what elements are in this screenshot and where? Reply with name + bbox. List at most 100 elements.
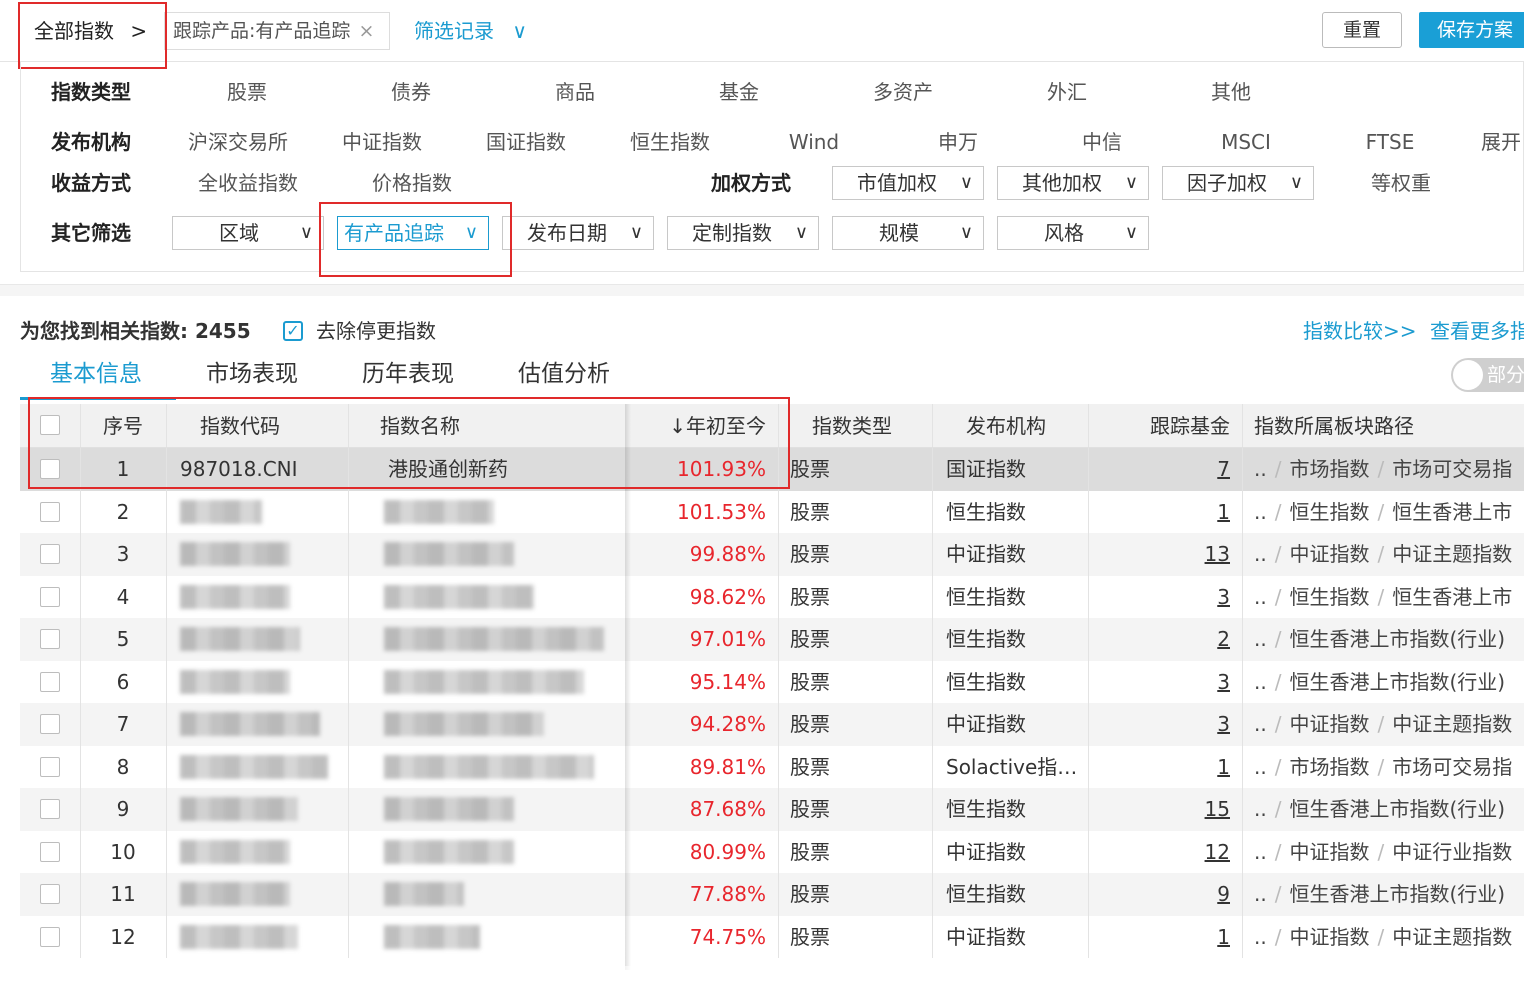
row-funds-link[interactable]: 3	[1217, 670, 1230, 694]
filter-option-type[interactable]: 外汇	[1027, 72, 1107, 112]
path-level-1[interactable]: 中证指数	[1289, 840, 1369, 864]
row-checkbox[interactable]	[40, 459, 60, 479]
filter-option-publisher[interactable]: 申万	[901, 122, 1015, 162]
table-row[interactable]: 5 97.01% 股票 恒生指数 2.. / 恒生香港上市指数(行业)	[20, 618, 1524, 661]
filter-option-publisher[interactable]: 国证指数	[469, 122, 583, 162]
tab-annual-performance[interactable]: 历年表现	[362, 352, 454, 396]
row-funds-link[interactable]: 2	[1217, 627, 1230, 651]
weight-dropdown-factor[interactable]: 因子加权 ∨	[1162, 166, 1314, 200]
filter-record-dropdown[interactable]: 筛选记录 ∨	[414, 12, 527, 50]
filter-option-type[interactable]: 其他	[1191, 72, 1271, 112]
table-row[interactable]: 11 77.88% 股票 恒生指数 9.. / 恒生香港上市指数(行业)	[20, 873, 1524, 916]
table-row[interactable]: 3 99.88% 股票 中证指数 13.. / 中证指数 / 中证主题指数	[20, 533, 1524, 576]
table-row[interactable]: 9 87.68% 股票 恒生指数 15.. / 恒生香港上市指数(行业)	[20, 788, 1524, 831]
path-level-1[interactable]: 恒生指数	[1289, 585, 1369, 609]
table-row[interactable]: 8 89.81% 股票 Solactive指… 1.. / 市场指数 / 市场可交易指	[20, 745, 1524, 788]
row-checkbox[interactable]	[40, 756, 60, 777]
row-checkbox[interactable]	[40, 586, 60, 607]
table-row[interactable]: 10 80.99% 股票 中证指数 12.. / 中证指数 / 中证行业指数	[20, 830, 1524, 873]
header-ytd-sort[interactable]: ↓年初至今	[626, 404, 766, 447]
filter-option-publisher[interactable]: MSCI	[1189, 122, 1303, 162]
select-all-checkbox[interactable]	[40, 415, 60, 435]
path-level-2[interactable]: 市场可交易指	[1392, 755, 1512, 779]
row-checkbox[interactable]	[40, 544, 60, 564]
row-funds-link[interactable]: 1	[1217, 755, 1230, 779]
expand-link[interactable]: 展开	[1471, 122, 1524, 162]
path-level-1[interactable]: 恒生香港上市指数(行业)	[1289, 627, 1505, 651]
style-dropdown[interactable]: 风格 ∨	[997, 216, 1149, 250]
row-funds-link[interactable]: 3	[1217, 585, 1230, 609]
filter-option-return[interactable]: 价格指数	[355, 163, 469, 203]
filter-option-type[interactable]: 股票	[207, 72, 287, 112]
path-level-1[interactable]: 中证指数	[1289, 542, 1369, 566]
filter-option-return[interactable]: 全收益指数	[191, 163, 305, 203]
save-plan-button[interactable]: 保存方案	[1419, 12, 1524, 48]
close-icon[interactable]: ×	[358, 20, 374, 42]
header-type[interactable]: 指数类型	[812, 404, 942, 447]
view-more-link[interactable]: 查看更多指	[1430, 316, 1524, 346]
row-funds-link[interactable]: 1	[1217, 925, 1230, 949]
publish-date-dropdown[interactable]: 发布日期 ∨	[502, 216, 654, 250]
index-compare-link[interactable]: 指数比较>>	[1303, 316, 1417, 346]
row-funds-link[interactable]: 12	[1205, 840, 1230, 864]
table-row[interactable]: 4 98.62% 股票 恒生指数 3.. / 恒生指数 / 恒生香港上市	[20, 575, 1524, 618]
table-row[interactable]: 7 94.28% 股票 中证指数 3.. / 中证指数 / 中证主题指数	[20, 703, 1524, 746]
header-name[interactable]: 指数名称	[380, 404, 620, 447]
path-level-1[interactable]: 恒生香港上市指数(行业)	[1289, 882, 1505, 906]
tab-valuation[interactable]: 估值分析	[518, 352, 610, 396]
filter-option-type[interactable]: 商品	[535, 72, 615, 112]
filter-option-publisher[interactable]: 恒生指数	[613, 122, 727, 162]
filter-option-publisher[interactable]: FTSE	[1333, 122, 1447, 162]
weight-dropdown-other[interactable]: 其他加权 ∨	[997, 166, 1149, 200]
row-checkbox[interactable]	[40, 799, 60, 819]
row-funds-link[interactable]: 7	[1217, 457, 1230, 481]
row-funds-link[interactable]: 3	[1217, 712, 1230, 736]
row-funds-link[interactable]: 1	[1217, 500, 1230, 524]
path-level-1[interactable]: 市场指数	[1289, 457, 1369, 481]
path-level-1[interactable]: 恒生香港上市指数(行业)	[1289, 797, 1505, 821]
region-dropdown[interactable]: 区域 ∨	[172, 216, 324, 250]
filter-option-equal-weight[interactable]: 等权重	[1351, 163, 1451, 203]
custom-index-dropdown[interactable]: 定制指数 ∨	[667, 216, 819, 250]
filter-option-type[interactable]: 债券	[371, 72, 451, 112]
path-level-1[interactable]: 市场指数	[1289, 755, 1369, 779]
path-level-2[interactable]: 恒生香港上市	[1392, 585, 1512, 609]
filter-option-publisher[interactable]: 中证指数	[325, 122, 439, 162]
row-checkbox[interactable]	[40, 841, 60, 862]
path-level-1[interactable]: 中证指数	[1289, 712, 1369, 736]
path-level-1[interactable]: 恒生指数	[1289, 500, 1369, 524]
remove-stale-checkbox[interactable]: ✓	[283, 321, 303, 341]
header-funds[interactable]: 跟踪基金	[1090, 404, 1230, 447]
filter-option-type[interactable]: 多资产	[863, 72, 943, 112]
path-level-2[interactable]: 中证主题指数	[1392, 542, 1512, 566]
product-tracking-dropdown[interactable]: 有产品追踪 ∨	[337, 216, 489, 250]
reset-button[interactable]: 重置	[1322, 12, 1402, 48]
all-indices-breadcrumb[interactable]: 全部指数 >	[20, 6, 164, 56]
filter-option-type[interactable]: 基金	[699, 72, 779, 112]
path-level-2[interactable]: 中证行业指数	[1392, 840, 1512, 864]
table-row[interactable]: 12 74.75% 股票 中证指数 1.. / 中证指数 / 中证主题指数	[20, 915, 1524, 958]
row-name[interactable]: 港股通创新药	[388, 448, 628, 491]
scale-dropdown[interactable]: 规模 ∨	[832, 216, 984, 250]
filter-option-publisher[interactable]: 中信	[1045, 122, 1159, 162]
row-checkbox[interactable]	[40, 884, 60, 904]
filter-option-publisher[interactable]: Wind	[757, 122, 871, 162]
path-level-1[interactable]: 中证指数	[1289, 925, 1369, 949]
table-row[interactable]: 6 95.14% 股票 恒生指数 3.. / 恒生香港上市指数(行业)	[20, 660, 1524, 703]
row-checkbox[interactable]	[40, 671, 60, 692]
row-checkbox[interactable]	[40, 501, 60, 522]
row-funds-link[interactable]: 15	[1205, 797, 1230, 821]
header-code[interactable]: 指数代码	[200, 404, 370, 447]
tab-basic-info[interactable]: 基本信息	[50, 352, 142, 396]
path-level-2[interactable]: 恒生香港上市	[1392, 500, 1512, 524]
row-funds-link[interactable]: 13	[1205, 542, 1230, 566]
path-level-1[interactable]: 恒生香港上市指数(行业)	[1289, 670, 1505, 694]
header-publisher[interactable]: 发布机构	[966, 404, 1106, 447]
row-funds-link[interactable]: 9	[1217, 882, 1230, 906]
partial-toggle[interactable]: 部分	[1451, 358, 1524, 392]
filter-option-publisher[interactable]: 沪深交易所	[171, 122, 305, 162]
row-code[interactable]: 987018.CNI	[180, 448, 350, 491]
table-row[interactable]: 1 987018.CNI 港股通创新药 101.93% 股票 国证指数 7.. / 市场指数 / 市…	[20, 448, 1524, 491]
table-row[interactable]: 2 101.53% 股票 恒生指数 1.. / 恒生指数 / 恒生香港上市	[20, 490, 1524, 533]
row-checkbox[interactable]	[40, 926, 60, 947]
